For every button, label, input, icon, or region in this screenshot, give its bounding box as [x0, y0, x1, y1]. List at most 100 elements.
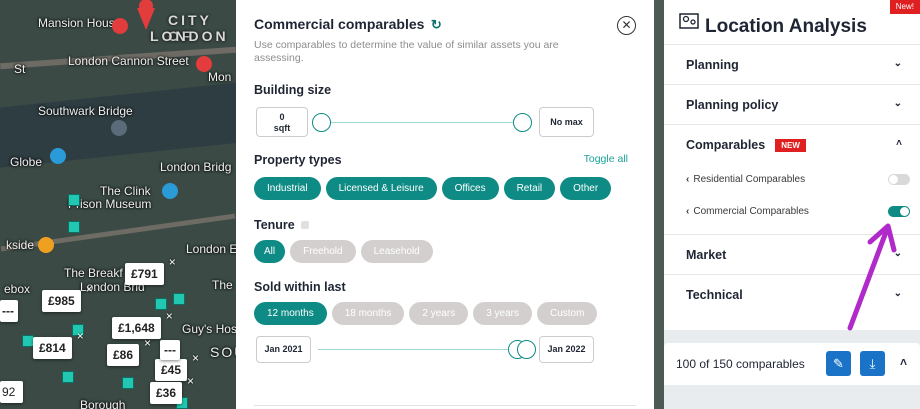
size-track: [316, 122, 526, 123]
map-label-side: kside: [6, 238, 35, 252]
close-icon[interactable]: ×: [166, 309, 173, 323]
tenure-pills: All Freehold Leasehold: [254, 240, 636, 263]
price-tag[interactable]: £791 ×: [125, 255, 176, 285]
price-tag-partial[interactable]: 92: [0, 381, 24, 403]
building-size-range[interactable]: 0 sqft No max: [254, 107, 636, 139]
panel-title: Commercial comparables: [254, 16, 425, 32]
size-max-knob[interactable]: [513, 113, 532, 132]
chevron-left-icon: ‹: [686, 206, 690, 217]
map-label-london-bridge: London Bridg: [160, 160, 232, 174]
sidebar-item-planning-policy[interactable]: Planning policy ⌄: [664, 84, 920, 124]
map-label-the: The: [212, 278, 233, 292]
pill-industrial[interactable]: Industrial: [254, 177, 321, 200]
close-icon[interactable]: ×: [169, 255, 176, 269]
sub-item-label: Residential Comparables: [693, 174, 806, 185]
comparable-marker[interactable]: [173, 293, 185, 305]
info-icon[interactable]: [300, 220, 309, 229]
sold-within-title: Sold within last: [254, 280, 346, 294]
price-tag-label: 92: [2, 385, 16, 399]
close-icon[interactable]: ×: [77, 329, 84, 343]
restaurant-icon: [38, 237, 54, 253]
new-badge: NEW: [775, 139, 806, 152]
panel-subtitle: Use comparables to determine the value o…: [254, 39, 559, 64]
close-icon[interactable]: ×: [187, 374, 194, 388]
chevron-down-icon: ⌄: [893, 98, 902, 109]
property-type-pills: Industrial Licensed & Leisure Offices Retai…: [254, 177, 636, 200]
price-tag-label: £45: [161, 363, 182, 377]
map-view[interactable]: Mansion House CITY OF LONDON London Cann…: [0, 0, 236, 409]
pill-licensed-leisure[interactable]: Licensed & Leisure: [325, 177, 437, 200]
comparable-marker[interactable]: [62, 371, 74, 383]
max-size-field[interactable]: No max: [539, 107, 594, 137]
pill-12-months[interactable]: 12 months: [254, 302, 327, 325]
price-tag[interactable]: £45 ×: [155, 351, 199, 381]
date-to-knob[interactable]: [517, 340, 536, 359]
map-strip: [654, 0, 664, 409]
sidebar-item-comparables[interactable]: Comparables NEW ˄: [664, 124, 920, 164]
toggle-all-link[interactable]: Toggle all: [584, 153, 628, 165]
pill-18-months[interactable]: 18 months: [331, 302, 405, 325]
price-tag[interactable]: £814 ×: [33, 329, 84, 359]
sidebar-sub-residential[interactable]: ‹ Residential Comparables: [664, 164, 920, 196]
pill-freehold[interactable]: Freehold: [290, 240, 356, 263]
rail-station-icon: [112, 18, 128, 34]
price-tag[interactable]: £86 ×: [107, 336, 151, 366]
close-icon[interactable]: ×: [144, 336, 151, 350]
close-panel-button[interactable]: ✕: [617, 16, 636, 35]
sold-within-pills: 12 months 18 months 2 years 3 years Custom: [254, 302, 636, 325]
map-label-the-clink: The Clink: [100, 184, 151, 198]
annotation-arrow-icon: [847, 223, 897, 331]
comparable-marker[interactable]: [68, 194, 80, 206]
map-label-the-breakf: The Breakf: [64, 266, 123, 280]
location-pin-icon[interactable]: [135, 0, 157, 32]
map-label-cannon-street: London Cannon Street: [68, 54, 189, 68]
pill-custom[interactable]: Custom: [537, 302, 598, 325]
pill-offices[interactable]: Offices: [441, 177, 499, 200]
map-label-borough: Borough: [80, 398, 126, 409]
close-icon[interactable]: ×: [86, 282, 93, 296]
divider: [254, 405, 636, 406]
refresh-icon[interactable]: ↻: [431, 17, 442, 33]
date-from-field[interactable]: Jan 2021: [256, 336, 311, 363]
sidebar-item-label: Planning: [686, 58, 739, 72]
price-tag-label: ---: [164, 343, 176, 357]
chevron-up-icon[interactable]: ˄: [900, 355, 907, 369]
map-label-globe: Globe: [10, 155, 43, 169]
comparable-marker[interactable]: [68, 221, 80, 233]
map-label-ebox: ebox: [4, 282, 31, 296]
price-tag[interactable]: £985 ×: [42, 282, 93, 312]
price-tag[interactable]: £36 ×: [150, 374, 194, 404]
close-icon[interactable]: ×: [192, 351, 199, 365]
map-label-sou: SOU: [210, 344, 236, 360]
residential-toggle[interactable]: [888, 174, 910, 185]
price-tag-partial[interactable]: ---: [160, 340, 180, 360]
min-size-value: 0: [279, 112, 285, 122]
date-to-field[interactable]: Jan 2022: [539, 336, 594, 363]
sidebar-item-label: Technical: [686, 288, 743, 302]
screen: Mansion House CITY OF LONDON London Cann…: [0, 0, 920, 409]
pill-all[interactable]: All: [254, 240, 286, 263]
map-label-mon: Mon: [208, 70, 232, 84]
edit-button[interactable]: ✎: [826, 351, 851, 376]
building-size-title: Building size: [254, 83, 332, 97]
pill-other[interactable]: Other: [560, 177, 612, 200]
comparable-marker[interactable]: [122, 377, 134, 389]
min-size-field[interactable]: 0 sqft: [256, 107, 308, 137]
size-min-knob[interactable]: [312, 113, 331, 132]
date-range[interactable]: Jan 2021 Jan 2022: [254, 336, 636, 368]
sidebar-item-planning[interactable]: Planning ⌄: [664, 44, 920, 84]
price-tag[interactable]: £1,648 ×: [112, 309, 173, 339]
commercial-toggle[interactable]: [888, 206, 910, 217]
commercial-comparables-panel: Commercial comparables ↻ ✕ Use comparabl…: [236, 0, 654, 409]
price-tag-label: £86: [113, 348, 134, 362]
price-tag-partial[interactable]: ---: [0, 300, 18, 322]
sidebar-item-label: Planning policy: [686, 98, 779, 112]
pill-retail[interactable]: Retail: [503, 177, 556, 200]
tenure-title: Tenure: [254, 218, 295, 232]
pill-3-years[interactable]: 3 years: [473, 302, 532, 325]
date-track: [318, 349, 528, 350]
pill-2-years[interactable]: 2 years: [409, 302, 469, 325]
download-button[interactable]: ⤓: [860, 351, 885, 376]
pill-leasehold[interactable]: Leasehold: [360, 240, 433, 263]
new-flag: New!: [889, 0, 920, 14]
